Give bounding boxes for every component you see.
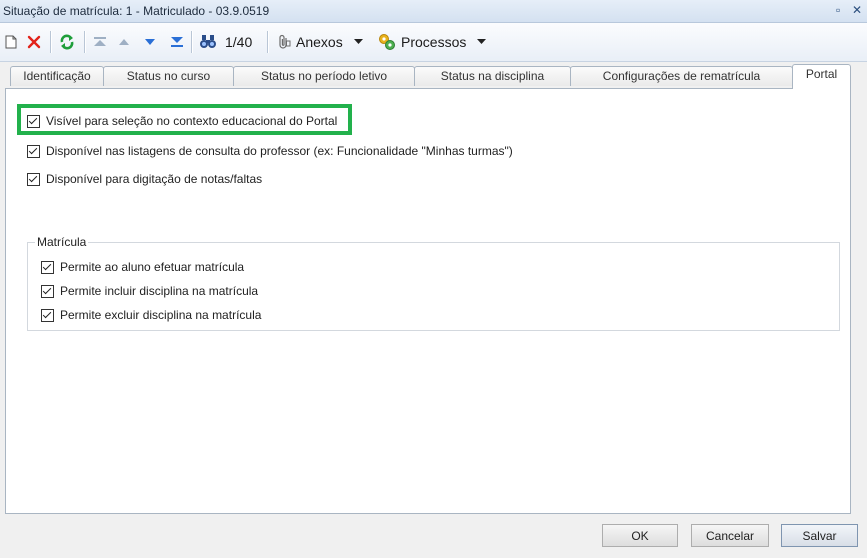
checkbox-label: Disponível para digitação de notas/falta… (46, 172, 263, 186)
toolbar-separator (191, 31, 193, 53)
processes-gear-icon (379, 34, 395, 50)
checkbox-checked[interactable] (41, 308, 54, 322)
refresh-icon (60, 34, 74, 50)
new-document-icon (5, 35, 17, 49)
tab-portal[interactable]: Portal (792, 64, 851, 89)
checkbox-permite-incluir-disciplina[interactable]: Permite incluir disciplina na matrícula (41, 283, 258, 299)
delete-button[interactable] (27, 33, 41, 51)
checkbox-visivel-portal[interactable]: Visível para seleção no contexto educaci… (27, 113, 337, 129)
cancel-button[interactable]: Cancelar (691, 524, 769, 547)
checkbox-checked[interactable] (27, 144, 40, 158)
checkbox-label: Disponível nas listagens de consulta do … (46, 144, 513, 158)
checkbox-disponivel-listagens[interactable]: Disponível nas listagens de consulta do … (27, 143, 513, 159)
matricula-group-legend: Matrícula (35, 235, 89, 249)
checkbox-disponivel-notas-faltas[interactable]: Disponível para digitação de notas/falta… (27, 171, 262, 187)
checkbox-label: Permite ao aluno efetuar matrícula (60, 260, 245, 274)
first-record-button[interactable] (93, 33, 107, 51)
paperclip-icon (279, 34, 291, 49)
dialog-footer: OK Cancelar Salvar (0, 514, 867, 558)
toolbar-separator (84, 31, 86, 53)
toolbar-separator (267, 31, 269, 53)
save-button[interactable]: Salvar (781, 524, 858, 547)
previous-record-icon (119, 39, 129, 45)
close-icon[interactable]: ✕ (852, 3, 862, 17)
checkbox-label: Visível para seleção no contexto educaci… (46, 114, 338, 128)
toolbar: 1/40 Anexos Processos (0, 23, 867, 62)
checkbox-checked[interactable] (27, 114, 40, 128)
checkbox-permite-efetuar-matricula[interactable]: Permite ao aluno efetuar matrícula (41, 259, 244, 275)
ok-button[interactable]: OK (602, 524, 678, 547)
checkbox-checked[interactable] (41, 284, 54, 298)
previous-record-button[interactable] (118, 33, 130, 51)
next-record-button[interactable] (144, 33, 156, 51)
tab-status-na-disciplina[interactable]: Status na disciplina (414, 66, 571, 86)
search-button[interactable] (199, 33, 217, 51)
title-bar: Situação de matrícula: 1 - Matriculado -… (0, 0, 867, 23)
processos-button[interactable]: Processos (377, 33, 487, 51)
refresh-button[interactable] (59, 33, 75, 51)
checkbox-permite-excluir-disciplina[interactable]: Permite excluir disciplina na matrícula (41, 307, 261, 323)
tab-strip: Identificação Status no curso Status no … (0, 64, 867, 89)
last-record-icon (171, 37, 183, 47)
checkbox-checked[interactable] (27, 172, 40, 186)
record-counter: 1/40 (225, 34, 253, 50)
binoculars-icon (200, 35, 216, 48)
processos-label: Processos (401, 34, 467, 50)
first-record-icon (94, 37, 106, 46)
restore-icon[interactable]: ▫ (836, 3, 840, 17)
tab-identificacao[interactable]: Identificação (10, 66, 104, 86)
matricula-groupbox: Matrícula Permite ao aluno efetuar matrí… (27, 235, 840, 331)
next-record-icon (145, 39, 155, 45)
tab-status-no-periodo-letivo[interactable]: Status no período letivo (233, 66, 415, 86)
checkbox-label: Permite incluir disciplina na matrícula (60, 284, 259, 298)
checkbox-checked[interactable] (41, 260, 54, 274)
delete-icon (27, 35, 41, 49)
new-record-button[interactable] (5, 33, 17, 51)
checkbox-label: Permite excluir disciplina na matrícula (60, 308, 262, 322)
tab-status-no-curso[interactable]: Status no curso (103, 66, 234, 86)
window-title: Situação de matrícula: 1 - Matriculado -… (3, 4, 270, 18)
anexos-button[interactable]: Anexos (277, 33, 363, 51)
dropdown-arrow-icon (353, 39, 363, 44)
toolbar-separator (50, 31, 52, 53)
dialog-window: Situação de matrícula: 1 - Matriculado -… (0, 0, 867, 558)
last-record-button[interactable] (170, 33, 184, 51)
dropdown-arrow-icon (477, 39, 487, 44)
portal-tab-panel: Visível para seleção no contexto educaci… (5, 88, 851, 514)
anexos-label: Anexos (296, 34, 343, 50)
tab-configuracoes-de-rematricula[interactable]: Configurações de rematrícula (570, 66, 793, 86)
